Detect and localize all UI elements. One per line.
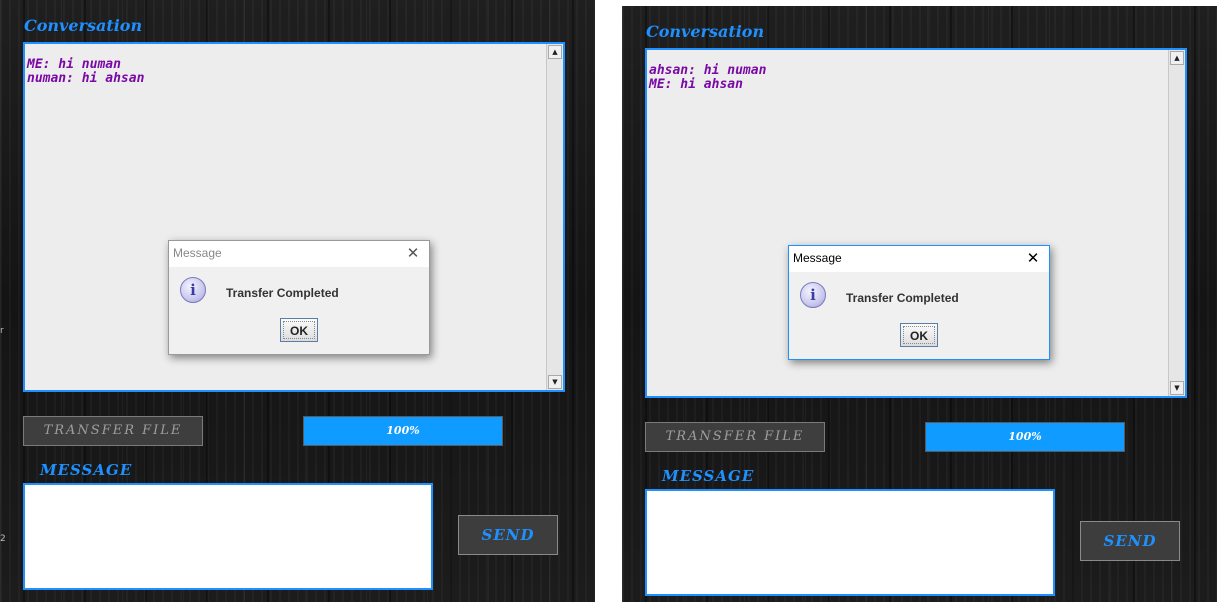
dialog-title: Message: [173, 246, 222, 260]
message-dialog: Message ✕ i Transfer Completed OK: [788, 245, 1050, 360]
message-label: MESSAGE: [40, 461, 133, 479]
transfer-progress-bar: 100%: [925, 422, 1125, 452]
close-icon[interactable]: ✕: [405, 244, 421, 262]
dialog-message: Transfer Completed: [846, 291, 959, 305]
conversation-log: ahsan: hi numan ME: hi ahsan: [649, 63, 767, 92]
edge-mark: 2: [0, 534, 6, 544]
transfer-file-button[interactable]: TRANSFER FILE: [23, 416, 203, 446]
dialog-titlebar[interactable]: Message ✕: [789, 246, 1049, 272]
message-input[interactable]: [645, 489, 1055, 596]
dialog-titlebar[interactable]: Message ✕: [169, 241, 429, 267]
edge-mark: r: [0, 326, 4, 336]
progress-label: 100%: [386, 424, 420, 437]
transfer-file-button[interactable]: TRANSFER FILE: [645, 422, 825, 452]
info-icon: i: [800, 282, 826, 308]
ok-button[interactable]: OK: [900, 323, 938, 347]
conversation-scrollbar[interactable]: ▲ ▼: [1168, 50, 1185, 396]
chat-window-left: Conversation ME: hi numan numan: hi ahsa…: [0, 0, 595, 602]
progress-label: 100%: [1008, 430, 1042, 443]
close-icon[interactable]: ✕: [1025, 249, 1041, 267]
scroll-down-arrow-icon[interactable]: ▼: [548, 375, 562, 389]
message-label: MESSAGE: [662, 467, 755, 485]
conversation-title: Conversation: [24, 16, 143, 35]
ok-button-label: OK: [903, 326, 935, 344]
send-button[interactable]: SEND: [1080, 521, 1180, 561]
conversation-title: Conversation: [646, 22, 765, 41]
ok-button[interactable]: OK: [280, 318, 318, 342]
info-icon: i: [180, 277, 206, 303]
scroll-up-arrow-icon[interactable]: ▲: [548, 45, 562, 59]
conversation-log: ME: hi numan numan: hi ahsan: [27, 57, 145, 86]
conversation-scrollbar[interactable]: ▲ ▼: [546, 44, 563, 390]
dialog-title: Message: [793, 251, 842, 265]
message-input[interactable]: [23, 483, 433, 590]
send-button[interactable]: SEND: [458, 515, 558, 555]
scroll-up-arrow-icon[interactable]: ▲: [1170, 51, 1184, 65]
scroll-down-arrow-icon[interactable]: ▼: [1170, 381, 1184, 395]
transfer-progress-bar: 100%: [303, 416, 503, 446]
dialog-message: Transfer Completed: [226, 286, 339, 300]
chat-window-right: Conversation ahsan: hi numan ME: hi ahsa…: [622, 6, 1217, 602]
ok-button-label: OK: [283, 321, 315, 339]
message-dialog: Message ✕ i Transfer Completed OK: [168, 240, 430, 355]
